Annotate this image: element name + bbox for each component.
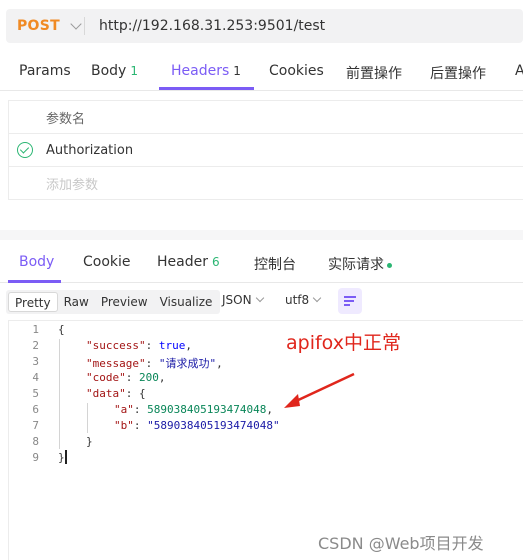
response-tabs: Body Cookie Header 6 控制台 实际请求 (0, 243, 523, 283)
code-line: "success": true, (86, 339, 192, 352)
tab-label: Cookies (269, 63, 324, 79)
checkbox-checked-icon[interactable] (17, 142, 33, 158)
wrap-icon-line (344, 304, 350, 306)
method-label: POST (17, 18, 60, 34)
text-cursor (65, 450, 67, 464)
status-dot-icon (387, 262, 392, 268)
line-number: 1 (32, 323, 39, 336)
tab-label: 实际请求 (328, 257, 384, 273)
tab-label: Params (19, 63, 71, 79)
json-value: "请求成功" (158, 357, 217, 370)
word-wrap-button[interactable] (338, 288, 362, 314)
view-pretty-button[interactable]: Pretty (8, 292, 58, 312)
encoding-value: utf8 (285, 293, 310, 307)
tab-response-cookie[interactable]: Cookie (83, 254, 131, 270)
encoding-select[interactable]: utf8 (285, 293, 322, 307)
json-value: 200 (139, 371, 159, 384)
view-mode-switch: Pretty Raw Preview Visualize (6, 290, 221, 314)
tab-label: 控制台 (254, 257, 296, 273)
table-header-row: 参数名 (9, 101, 523, 134)
line-number: 7 (32, 419, 39, 432)
json-key: "message" (86, 357, 146, 370)
code-line: "b": "589038405193474048" (114, 419, 280, 432)
request-tabs: Params Body 1 Headers 1 Cookies 前置操作 后置操作 … (0, 55, 523, 91)
code-line: { (58, 323, 65, 336)
tab-truncated[interactable]: A (515, 63, 523, 79)
tab-label: Body (19, 254, 55, 270)
tab-body[interactable]: Body 1 (91, 63, 138, 79)
json-key: "b" (114, 419, 134, 432)
code-line: "data": { (86, 387, 146, 400)
active-tab-indicator (159, 87, 254, 90)
tab-label: A (515, 63, 523, 79)
json-key: "data" (86, 387, 126, 400)
line-number: 9 (32, 451, 39, 464)
json-key: "a" (114, 403, 134, 416)
format-value: JSON (222, 293, 252, 307)
line-number: 6 (32, 403, 39, 416)
tab-count: 1 (130, 64, 138, 78)
tab-headers[interactable]: Headers 1 (171, 63, 241, 79)
tab-label: Header (157, 254, 208, 270)
add-param-row: 添加参数 (9, 167, 523, 200)
annotation-text: apifox中正常 (286, 332, 401, 354)
tab-count: 6 (211, 255, 220, 269)
tab-count: 1 (233, 64, 241, 78)
line-number: 4 (32, 371, 39, 384)
code-line: } (86, 435, 93, 448)
line-number: 5 (32, 387, 39, 400)
chevron-down-icon (312, 293, 322, 303)
wrap-icon (344, 296, 356, 298)
line-number: 3 (32, 355, 39, 368)
section-divider (0, 230, 523, 240)
tab-label: Headers (171, 63, 230, 79)
method-select[interactable]: POST (6, 9, 82, 43)
annotation-arrow-icon (284, 372, 355, 408)
json-key: "success" (86, 339, 146, 352)
headers-table: 参数名 Authorization 添加参数 (8, 100, 523, 200)
json-value: true (158, 339, 186, 352)
code-line: } (58, 451, 65, 464)
tab-response-header[interactable]: Header 6 (157, 254, 220, 270)
view-raw-button[interactable]: Raw (58, 292, 95, 312)
active-tab-indicator (8, 280, 61, 283)
tab-label: Body (91, 63, 127, 79)
url-input[interactable]: http://192.168.31.253:9501/test (99, 18, 325, 34)
response-code-editor[interactable]: 1 2 3 4 5 6 7 8 9 { "success": true, "me… (8, 320, 523, 560)
tab-console[interactable]: 控制台 (254, 254, 296, 274)
response-toolbar: Pretty Raw Preview Visualize JSON utf8 (6, 288, 362, 314)
json-value: 589038405193474048 (147, 403, 267, 416)
param-name-cell[interactable]: Authorization (46, 143, 133, 158)
code-line: "code": 200, (86, 371, 166, 384)
chevron-down-icon (70, 17, 82, 30)
add-param-input[interactable]: 添加参数 (46, 174, 98, 193)
view-preview-button[interactable]: Preview (95, 292, 154, 312)
request-bar: POST http://192.168.31.253:9501/test (6, 9, 523, 43)
json-value: "589038405193474048" (147, 419, 280, 432)
line-number: 8 (32, 435, 39, 448)
tab-label: Cookie (83, 254, 131, 270)
tab-params[interactable]: Params (19, 63, 71, 79)
wrap-icon-line (344, 300, 354, 302)
tab-cookies[interactable]: Cookies (269, 63, 324, 79)
tab-actual-request[interactable]: 实际请求 (328, 254, 392, 274)
indent-guide (87, 403, 88, 433)
tab-post-operations[interactable]: 后置操作 (430, 63, 486, 83)
tab-label: 后置操作 (430, 66, 486, 82)
table-row: Authorization (9, 134, 523, 167)
tab-response-body[interactable]: Body (19, 254, 54, 270)
tab-pre-operations[interactable]: 前置操作 (346, 63, 402, 83)
chevron-down-icon (255, 293, 264, 303)
watermark: CSDN @Web项目开发 (318, 534, 484, 553)
tab-label: 前置操作 (346, 66, 402, 82)
column-header-name: 参数名 (46, 111, 86, 127)
line-number: 2 (32, 339, 39, 352)
indent-guide (59, 339, 60, 449)
view-visualize-button[interactable]: Visualize (154, 292, 219, 312)
format-select[interactable]: JSON (222, 293, 264, 307)
code-line: "a": 589038405193474048, (114, 403, 273, 416)
code-line: "message": "请求成功", (86, 357, 223, 370)
divider (84, 17, 85, 35)
json-key: "code" (86, 371, 126, 384)
